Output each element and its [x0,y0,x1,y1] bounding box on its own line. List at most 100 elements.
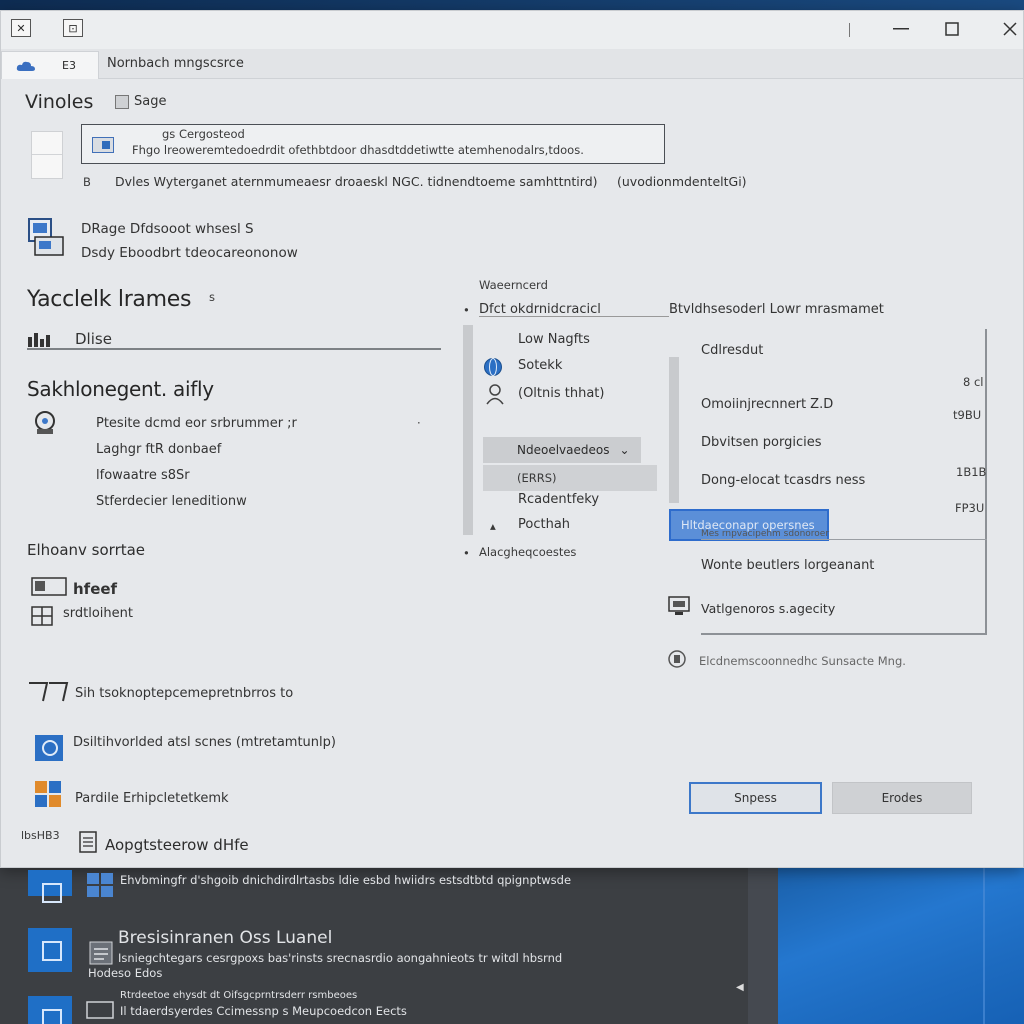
title-separator [849,23,850,37]
settings-item-4[interactable]: Stferdecier leneditionw [96,494,247,509]
settings-window: ✕ ⊡ E3 Nornbach mngscsrce Vinoles Sage g… [0,10,1024,868]
right-row-6-value: FP3U [955,501,985,515]
right-under-selected: Mes rnpvacipehm sdonoroer [701,529,830,539]
center-item-5: (ERRS) [517,471,557,485]
tab-title: Nornbach mngscsrce [107,56,244,71]
center-item-7-bullet: ▴ [490,519,496,533]
title-bar: ✕ ⊡ [1,11,1023,49]
settings-item-2[interactable]: Laghgr ftR donbaef [96,442,221,457]
info-right-text: (uvodionmdenteltGi) [617,174,747,189]
center-item-3[interactable]: (Oltnis thhat) [518,386,604,401]
discs-divider [27,348,441,350]
desktop-wallpaper [778,866,1024,1024]
close-window-icon[interactable] [995,17,1024,41]
right-row-2-value: 8 cl [963,375,984,389]
settings-item-1-dot: · [417,416,421,430]
task-item-2-sub: Hodeso Edos [88,966,163,980]
monitor-icon [667,595,691,617]
right-row-8-label[interactable]: Vatlgenoros s.agecity [701,601,835,616]
restore-doc-icon[interactable]: ⊡ [63,19,83,37]
cloud-icon [16,60,36,72]
bottom-item-3[interactable]: Pardile Erhipcletetkemk [75,791,229,806]
center-item-8-bullet: • [463,546,470,560]
bottom-item-1[interactable]: Sih tsoknoptepcemepretnbrros to [75,686,293,701]
desktop-top-band [0,0,1024,10]
task-item-3-line2[interactable]: Il tdaerdsyerdes Ccimessnp s Meupcoedcon… [120,1004,407,1018]
folder-icon [31,575,69,597]
subsection-title: Sakhlonegent. aifly [27,377,214,401]
right-row-4-label[interactable]: Dbvitsen porgicies [701,435,822,450]
center-item-2[interactable]: Sotekk [518,358,562,373]
chevron-down-icon: ⌄ [619,443,630,457]
center-bullet: • [463,303,470,317]
right-row-5-label[interactable]: Dong-elocat tcasdrs ness [701,473,865,488]
discs-label[interactable]: Dlise [75,330,112,348]
environment-title: Elhoanv sorrtae [27,541,146,559]
task-item-3-line1: Rtrdeetoe ehysdt dt Oifsgcprntrsderr rsm… [120,990,358,1001]
task-item-2-title[interactable]: Bresisinranen Oss Luanel [118,928,332,948]
center-highlight-row[interactable]: (ERRS) [483,465,657,491]
minimize-icon[interactable] [886,17,916,41]
settings-item-1[interactable]: Ptesite dcmd eor srbrummer ;r [96,416,297,431]
clipboard-icon [88,940,114,966]
section-title: Yacclelk lrames [27,287,192,312]
bottom-prefix: lbsHB3 [21,829,60,842]
info-prefix: B [83,175,91,189]
page-title: Vinoles [25,91,94,113]
center-subheader-line [479,316,669,317]
document-icon [92,137,114,153]
maximize-icon[interactable] [937,17,967,41]
right-row-3-value: t9BU [953,408,982,422]
scroll-left-arrow-icon[interactable]: ◀ [736,982,744,993]
bottom-item-2[interactable]: Dsiltihvorlded atsl scnes (mtretamtunlp) [73,735,336,750]
tab-bar: E3 Nornbach mngscsrce [1,49,1023,79]
search-input[interactable]: gs Cergosteod Fhgo lreoweremtedoedrdit o… [81,124,665,164]
task-item-1-text[interactable]: Ehvbmingfr d'shgoib dnichdirdlrtasbs ldi… [120,873,571,887]
computer-icon [27,217,69,261]
task-tile-2[interactable] [28,928,72,972]
bottom-item-4[interactable]: Aopgtsteerow dHfe [105,836,249,854]
right-row-5-value: 1B1B [956,465,987,479]
primary-button[interactable]: Snpess [689,782,822,814]
center-item-6[interactable]: Rcadentfeky [518,492,599,507]
gear-person-icon [31,409,59,437]
grid-icon [31,606,53,628]
center-right-scrollbar[interactable] [669,357,679,503]
center-item-1[interactable]: Low Nagfts [518,332,590,347]
center-item-7[interactable]: Pocthah [518,517,570,532]
task-item-2-line: Isniegchtegars cesrgpoxs bas'rinsts srec… [118,951,563,965]
info-text: Dvles Wyterganet aternmumeaesr droaeskl … [115,174,598,189]
taskbar-scrollbar[interactable] [748,866,778,1024]
center-header: Waeerncerd [479,278,548,292]
env-item-1[interactable]: hfeef [73,580,117,598]
window-small-icon [86,1000,116,1020]
section-title-suffix: s [209,290,215,304]
right-row-divider [701,539,987,540]
apps-icon [33,779,65,809]
sage-checkbox[interactable] [115,95,129,109]
secondary-button[interactable]: Erodes [832,782,972,814]
right-row-7-label[interactable]: Wonte beutlers lorgeanant [701,558,874,573]
task-tile-3[interactable] [28,996,72,1024]
task-tile-1[interactable] [28,870,72,903]
center-left-scrollbar[interactable] [463,325,473,535]
tab-aux-label: E3 [62,59,76,72]
sage-checkbox-label: Sage [134,94,167,109]
env-item-2[interactable]: srdtloihent [63,606,133,621]
person-icon [485,383,505,405]
center-subheader: Dfct okdrnidcracicl [479,302,601,317]
right-row-1-label[interactable]: Cdlresdut [701,343,763,358]
right-row-3-label[interactable]: Omoiinjrecnnert Z.D [701,397,833,412]
tab-home[interactable]: E3 [1,51,99,79]
center-item-8[interactable]: Alacgheqcoestes [479,545,576,559]
network-icon [27,679,69,705]
close-doc-icon[interactable]: ✕ [11,19,31,37]
settings-item-3[interactable]: lfowaatre s8Sr [96,468,190,483]
center-dropdown[interactable]: Ndeoelvaedeos ⌄ [483,437,641,463]
right-footer-note: Elcdnemscoonnedhc Sunsacte Mng. [699,654,906,668]
apps-small-icon [86,872,116,898]
device-line2: Dsdy Eboodbrt tdeocareononow [81,245,298,261]
search-label: gs Cergosteod [162,127,245,141]
device-line1: DRage Dfdsooot whsesl S [81,221,254,237]
globe-icon [483,357,503,377]
